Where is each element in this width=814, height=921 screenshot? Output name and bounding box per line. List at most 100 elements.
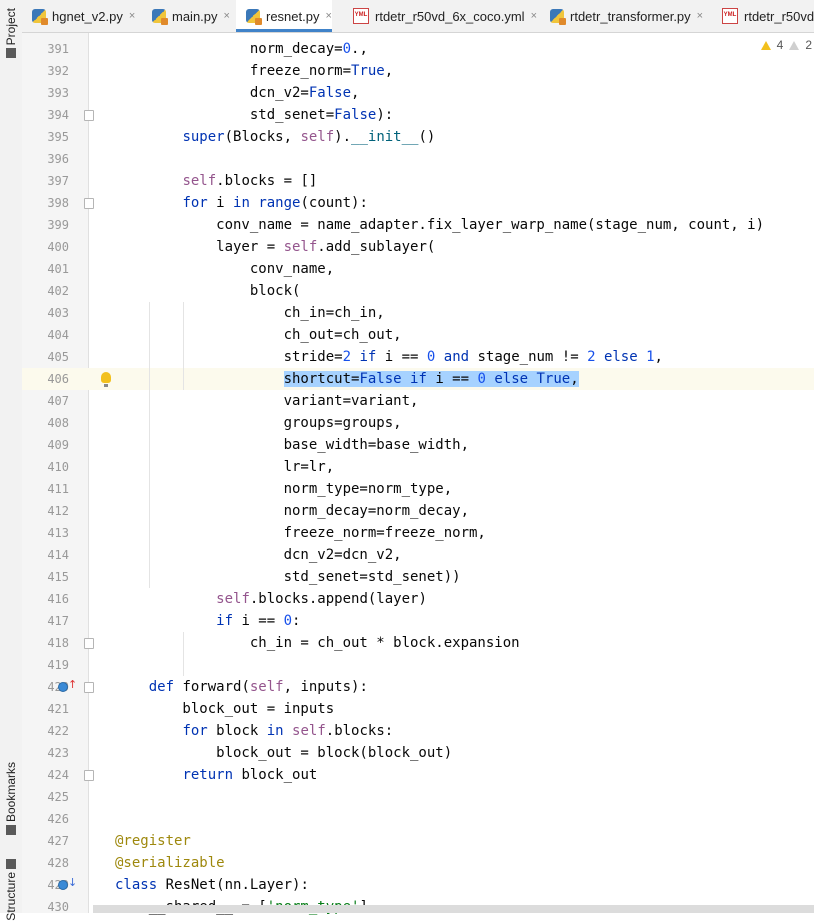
code-line[interactable]: 412 norm_decay=norm_decay,: [22, 500, 814, 522]
tab-resnet-py[interactable]: resnet.py ×: [236, 0, 332, 32]
bookmarks-tool-tab[interactable]: Bookmarks: [2, 762, 20, 838]
code-line[interactable]: 404 ch_out=ch_out,: [22, 324, 814, 346]
code-line[interactable]: 425: [22, 786, 814, 808]
close-icon[interactable]: ×: [531, 10, 537, 22]
code-line[interactable]: 420↑ def forward(self, inputs):: [22, 676, 814, 698]
code-line[interactable]: 402 block(: [22, 280, 814, 302]
close-icon[interactable]: ×: [224, 10, 230, 22]
fold-marker-icon[interactable]: [84, 682, 94, 693]
line-number[interactable]: 410: [27, 456, 69, 478]
code-line[interactable]: 417 if i == 0:: [22, 610, 814, 632]
code-line[interactable]: 415 std_senet=std_senet)): [22, 566, 814, 588]
horizontal-scrollbar[interactable]: [93, 905, 814, 913]
line-number[interactable]: 421: [27, 698, 69, 720]
tab-hgnet-v2-py[interactable]: hgnet_v2.py ×: [22, 0, 135, 32]
code-line[interactable]: 409 base_width=base_width,: [22, 434, 814, 456]
code-line[interactable]: 399 conv_name = name_adapter.fix_layer_w…: [22, 214, 814, 236]
code-line[interactable]: 393 dcn_v2=False,: [22, 82, 814, 104]
code-line[interactable]: 396: [22, 148, 814, 170]
tab-rtdetr-r50vd-6x-coco-yml[interactable]: YML rtdetr_r50vd_6x_coco.yml ×: [343, 0, 537, 32]
code-line[interactable]: 406 shortcut=False if i == 0 else True,: [22, 368, 814, 390]
code-line[interactable]: 394 std_senet=False):: [22, 104, 814, 126]
code-line[interactable]: 398 for i in range(count):: [22, 192, 814, 214]
line-number[interactable]: 398: [27, 192, 69, 214]
code-line[interactable]: 395 super(Blocks, self).__init__(): [22, 126, 814, 148]
code-line[interactable]: 422 for block in self.blocks:: [22, 720, 814, 742]
line-number[interactable]: 401: [27, 258, 69, 280]
line-number[interactable]: 419: [27, 654, 69, 676]
code-line[interactable]: 426: [22, 808, 814, 830]
code-line[interactable]: 429↓class ResNet(nn.Layer):: [22, 874, 814, 896]
code-line[interactable]: 397 self.blocks = []: [22, 170, 814, 192]
line-number[interactable]: 406: [27, 368, 69, 390]
line-number[interactable]: 402: [27, 280, 69, 302]
fold-marker-icon[interactable]: [84, 770, 94, 781]
code-line[interactable]: 421 block_out = inputs: [22, 698, 814, 720]
code-line[interactable]: 400 layer = self.add_sublayer(: [22, 236, 814, 258]
line-number[interactable]: 426: [27, 808, 69, 830]
code-line[interactable]: 401 conv_name,: [22, 258, 814, 280]
line-number[interactable]: 422: [27, 720, 69, 742]
code-line[interactable]: 407 variant=variant,: [22, 390, 814, 412]
code-line[interactable]: 392 freeze_norm=True,: [22, 60, 814, 82]
line-number[interactable]: 415: [27, 566, 69, 588]
line-number[interactable]: 414: [27, 544, 69, 566]
line-number[interactable]: 405: [27, 346, 69, 368]
line-number[interactable]: 393: [27, 82, 69, 104]
line-number[interactable]: 391: [27, 38, 69, 60]
line-number[interactable]: 395: [27, 126, 69, 148]
code-line[interactable]: 423 block_out = block(block_out): [22, 742, 814, 764]
line-number[interactable]: 427: [27, 830, 69, 852]
close-icon[interactable]: ×: [325, 10, 331, 22]
code-line[interactable]: 424 return block_out: [22, 764, 814, 786]
project-tool-tab[interactable]: Project: [2, 8, 20, 61]
line-number[interactable]: 423: [27, 742, 69, 764]
code-line[interactable]: 427 @register: [22, 830, 814, 852]
structure-tool-tab[interactable]: Structure: [2, 856, 20, 921]
code-line[interactable]: 428 @serializable: [22, 852, 814, 874]
line-number[interactable]: 418: [27, 632, 69, 654]
line-number[interactable]: 404: [27, 324, 69, 346]
line-number[interactable]: 430: [27, 896, 69, 918]
line-number[interactable]: 400: [27, 236, 69, 258]
fold-marker-icon[interactable]: [84, 198, 94, 209]
fold-marker-icon[interactable]: [84, 638, 94, 649]
code-line[interactable]: 391 norm_decay=0.,: [22, 38, 814, 60]
line-number[interactable]: 411: [27, 478, 69, 500]
line-number[interactable]: 403: [27, 302, 69, 324]
line-number[interactable]: 407: [27, 390, 69, 412]
inspection-widget[interactable]: 4 2: [758, 38, 814, 52]
line-number[interactable]: 396: [27, 148, 69, 170]
line-number[interactable]: 424: [27, 764, 69, 786]
fold-marker-icon[interactable]: [84, 110, 94, 121]
line-number[interactable]: 399: [27, 214, 69, 236]
code-line[interactable]: 403 ch_in=ch_in,: [22, 302, 814, 324]
tab-main-py[interactable]: main.py ×: [142, 0, 230, 32]
line-number[interactable]: 397: [27, 170, 69, 192]
line-number[interactable]: 392: [27, 60, 69, 82]
override-marker-icon[interactable]: [58, 880, 68, 890]
tab-rtdetr-transformer-py[interactable]: rtdetr_transformer.py ×: [540, 0, 703, 32]
tab-rtdetr-r50vd-y[interactable]: YML rtdetr_r50vd.y: [712, 0, 814, 32]
line-number[interactable]: 408: [27, 412, 69, 434]
code-line[interactable]: 413 freeze_norm=freeze_norm,: [22, 522, 814, 544]
line-number[interactable]: 428: [27, 852, 69, 874]
close-icon[interactable]: ×: [697, 10, 703, 22]
line-number[interactable]: 416: [27, 588, 69, 610]
line-number[interactable]: 409: [27, 434, 69, 456]
line-number[interactable]: 413: [27, 522, 69, 544]
code-line[interactable]: 416 self.blocks.append(layer): [22, 588, 814, 610]
override-marker-icon[interactable]: [58, 682, 68, 692]
code-line[interactable]: 419: [22, 654, 814, 676]
line-number[interactable]: 425: [27, 786, 69, 808]
close-icon[interactable]: ×: [129, 10, 135, 22]
code-line[interactable]: 410 lr=lr,: [22, 456, 814, 478]
intention-bulb-icon[interactable]: [101, 372, 111, 387]
line-number[interactable]: 417: [27, 610, 69, 632]
code-line[interactable]: 418 ch_in = ch_out * block.expansion: [22, 632, 814, 654]
line-number[interactable]: 394: [27, 104, 69, 126]
code-line[interactable]: 411 norm_type=norm_type,: [22, 478, 814, 500]
code-line[interactable]: 408 groups=groups,: [22, 412, 814, 434]
line-number[interactable]: 412: [27, 500, 69, 522]
code-line[interactable]: 405 stride=2 if i == 0 and stage_num != …: [22, 346, 814, 368]
